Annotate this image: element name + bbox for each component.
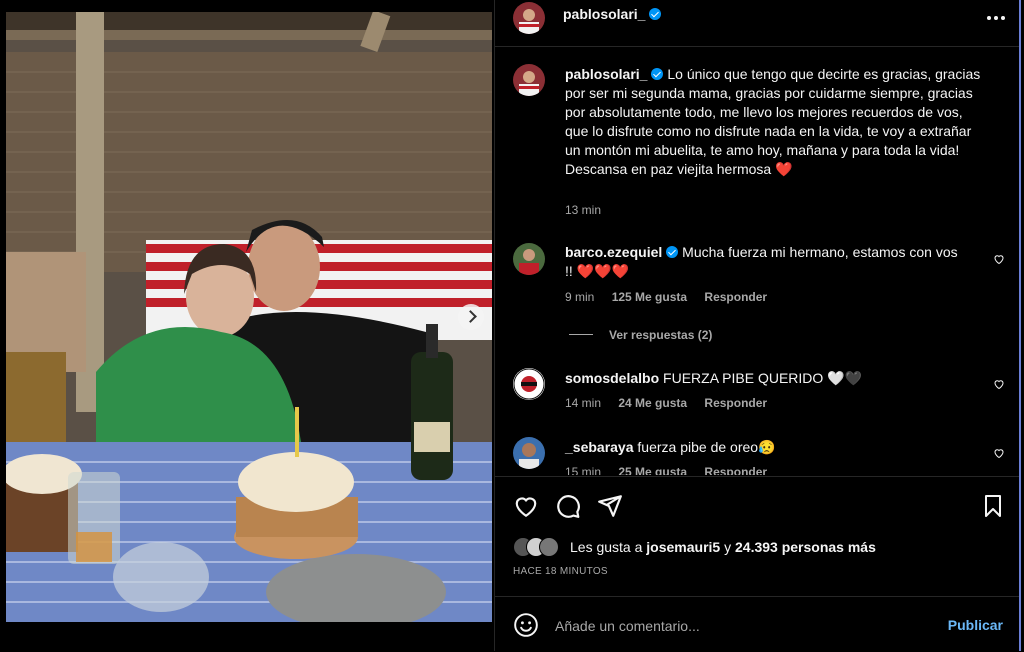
commenter-avatar[interactable]: [513, 243, 545, 275]
comment-item: _sebaraya fuerza pibe de oreo😥 15 min 25…: [495, 437, 1019, 475]
likes-others[interactable]: 24.393 personas más: [735, 539, 876, 555]
comment-likes[interactable]: 125 Me gusta: [612, 290, 687, 304]
view-replies-label: Ver respuestas (2): [609, 328, 713, 342]
comment-text: FUERZA PIBE QUERIDO 🤍🖤: [663, 370, 863, 386]
author-avatar[interactable]: [513, 64, 545, 96]
verified-badge-icon: [649, 8, 662, 20]
like-comment-heart-icon[interactable]: [993, 253, 1005, 265]
comment-username[interactable]: barco.ezequiel: [565, 244, 662, 260]
liker-username[interactable]: josemauri5: [646, 539, 720, 555]
post-timestamp[interactable]: HACE 18 MINUTOS: [513, 566, 608, 577]
reply-button[interactable]: Responder: [704, 396, 767, 410]
next-photo-button[interactable]: [458, 304, 484, 330]
verified-badge-icon: [666, 246, 679, 258]
reply-button[interactable]: Responder: [704, 465, 767, 475]
comment-bubble-icon[interactable]: [555, 493, 581, 519]
caption: pablosolari_ Lo único que tengo que deci…: [495, 47, 1019, 227]
comment-item: barco.ezequiel Mucha fuerza mi hermano, …: [495, 243, 1019, 343]
comment-time[interactable]: 15 min: [565, 465, 601, 475]
like-heart-icon[interactable]: [513, 493, 539, 519]
liker-avatars: [513, 537, 561, 557]
post-image[interactable]: [6, 12, 492, 622]
post-photo: [6, 12, 492, 622]
emoji-smiley-icon[interactable]: [513, 612, 539, 638]
caption-text: Lo único que tengo que decirte es gracia…: [565, 66, 981, 177]
liker-avatar: [539, 537, 559, 557]
commenter-avatar[interactable]: [513, 368, 545, 400]
comment-item: somosdelalbo FUERZA PIBE QUERIDO 🤍🖤 14 m…: [495, 368, 1019, 418]
comment-likes[interactable]: 24 Me gusta: [618, 396, 687, 410]
post-header: pablosolari_: [495, 0, 1019, 47]
replies-line: [569, 334, 593, 335]
comment-username[interactable]: _sebaraya: [565, 439, 634, 455]
post-side-panel: pablosolari_ pablosolari_ Lo único que t…: [494, 0, 1021, 651]
comment-likes[interactable]: 25 Me gusta: [618, 465, 687, 475]
comment-text: fuerza pibe de oreo😥: [637, 439, 776, 455]
likes-summary[interactable]: Les gusta a josemauri5 y 24.393 personas…: [513, 535, 993, 559]
reply-button[interactable]: Responder: [704, 290, 767, 304]
view-replies[interactable]: Ver respuestas (2): [569, 328, 712, 342]
comment-time[interactable]: 9 min: [565, 290, 594, 304]
comment-username[interactable]: somosdelalbo: [565, 370, 659, 386]
like-comment-heart-icon[interactable]: [993, 378, 1005, 390]
verified-badge-icon: [651, 68, 664, 80]
commenter-avatar[interactable]: [513, 437, 545, 469]
share-paper-plane-icon[interactable]: [597, 493, 623, 519]
publish-button[interactable]: Publicar: [948, 617, 1003, 633]
like-comment-heart-icon[interactable]: [993, 447, 1005, 459]
comment-time[interactable]: 14 min: [565, 396, 601, 410]
comment-input[interactable]: [553, 611, 917, 641]
likes-middle: y: [720, 539, 735, 555]
more-options-icon[interactable]: [985, 10, 1007, 20]
save-bookmark-icon[interactable]: [981, 493, 1005, 519]
caption-username[interactable]: pablosolari_: [565, 66, 647, 82]
caption-time[interactable]: 13 min: [565, 203, 601, 217]
author-avatar[interactable]: [513, 2, 545, 34]
likes-prefix: Les gusta a: [570, 539, 647, 555]
post-actions: Les gusta a josemauri5 y 24.393 personas…: [495, 476, 1019, 597]
chevron-right-icon: [464, 310, 477, 323]
author-username[interactable]: pablosolari_: [563, 6, 645, 22]
comments-list[interactable]: pablosolari_ Lo único que tengo que deci…: [495, 47, 1019, 475]
add-comment-bar: Publicar: [495, 596, 1019, 652]
